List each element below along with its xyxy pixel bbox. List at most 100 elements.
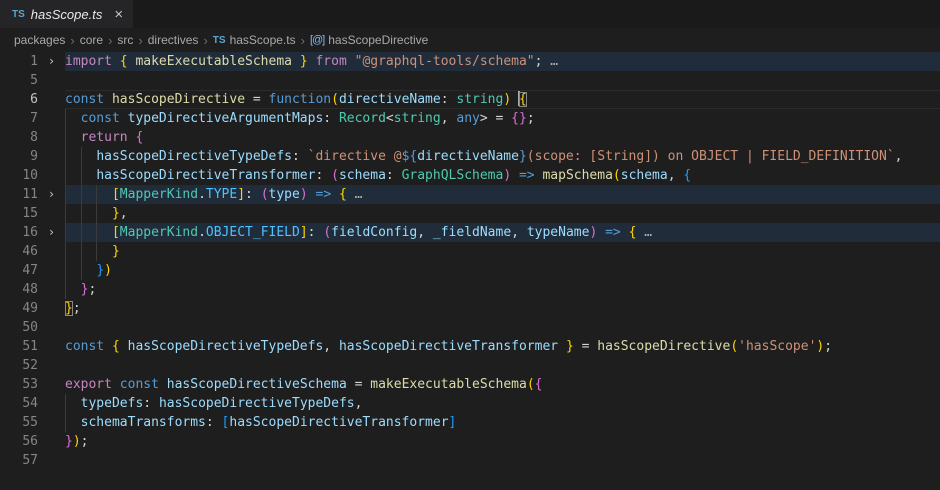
code-token: hasScopeDirectiveTypeDefs	[159, 396, 355, 411]
fold-chevron-icon[interactable]: ›	[38, 52, 65, 71]
code-line[interactable]: 57	[0, 451, 940, 470]
line-number[interactable]: 5	[0, 71, 38, 90]
code-content[interactable]	[65, 356, 940, 375]
code-token: }	[112, 206, 120, 221]
code-token: schemaTransforms	[81, 415, 206, 430]
code-line[interactable]: 54 typeDefs: hasScopeDirectiveTypeDefs,	[0, 394, 940, 413]
code-content[interactable]: },	[65, 204, 940, 223]
breadcrumb-file[interactable]: TShasScope.ts	[213, 33, 296, 47]
code-line[interactable]: 1›import { makeExecutableSchema } from "…	[0, 52, 940, 71]
code-line[interactable]: 52	[0, 356, 940, 375]
code-token	[511, 168, 519, 183]
code-line[interactable]: 53 export const hasScopeDirectiveSchema =…	[0, 375, 940, 394]
code-content[interactable]: [MapperKind.TYPE]: (type) => { …	[65, 185, 940, 204]
line-number[interactable]: 9	[0, 147, 38, 166]
code-token: Record	[339, 111, 386, 126]
line-number[interactable]: 54	[0, 394, 38, 413]
line-number[interactable]: 52	[0, 356, 38, 375]
line-number[interactable]: 49	[0, 299, 38, 318]
breadcrumb-symbol[interactable]: [@]hasScopeDirective	[310, 33, 428, 47]
code-content[interactable]: const typeDirectiveArgumentMaps: Record<…	[65, 109, 940, 128]
code-line[interactable]: 9 hasScopeDirectiveTypeDefs: `directive …	[0, 147, 940, 166]
line-number[interactable]: 1	[0, 52, 38, 71]
code-line[interactable]: 11› [MapperKind.TYPE]: (type) => { …	[0, 185, 940, 204]
editor[interactable]: 1›import { makeExecutableSchema } from "…	[0, 52, 940, 490]
code-line[interactable]: 16› [MapperKind.OBJECT_FIELD]: (fieldCon…	[0, 223, 940, 242]
line-number[interactable]: 10	[0, 166, 38, 185]
fold-column	[38, 432, 65, 451]
code-line[interactable]: 49};	[0, 299, 940, 318]
fold-chevron-icon[interactable]: ›	[38, 185, 65, 204]
line-number[interactable]: 8	[0, 128, 38, 147]
code-line[interactable]: 5	[0, 71, 940, 90]
code-content[interactable]: typeDefs: hasScopeDirectiveTypeDefs,	[65, 394, 940, 413]
code-token: }	[566, 339, 574, 354]
breadcrumb-item-core[interactable]: core	[80, 33, 103, 47]
line-number[interactable]: 15	[0, 204, 38, 223]
line-number[interactable]: 50	[0, 318, 38, 337]
line-number[interactable]: 57	[0, 451, 38, 470]
line-number[interactable]: 53	[0, 375, 38, 394]
code-content[interactable]: hasScopeDirectiveTypeDefs: `directive @$…	[65, 147, 940, 166]
code-token: (scope: [String]) on OBJECT | FIELD_DEFI…	[527, 149, 895, 164]
code-content[interactable]: const { hasScopeDirectiveTypeDefs, hasSc…	[65, 337, 940, 356]
code-line[interactable]: 6 const hasScopeDirective = function(dire…	[0, 90, 940, 109]
code-token: }	[65, 434, 73, 449]
gutter: 9	[0, 147, 65, 166]
code-line[interactable]: 51 const { hasScopeDirectiveTypeDefs, has…	[0, 337, 940, 356]
code-token: :	[143, 396, 159, 411]
breadcrumb-item-packages[interactable]: packages	[14, 33, 65, 47]
line-number[interactable]: 56	[0, 432, 38, 451]
code-content[interactable]: }	[65, 242, 940, 261]
indent-guide	[65, 261, 66, 280]
line-number[interactable]: 7	[0, 109, 38, 128]
fold-chevron-icon[interactable]: ›	[38, 223, 65, 242]
code-line[interactable]: 56});	[0, 432, 940, 451]
code-content[interactable]	[65, 71, 940, 90]
code-content[interactable]: });	[65, 432, 940, 451]
code-line[interactable]: 46 }	[0, 242, 940, 261]
breadcrumb-item-src[interactable]: src	[117, 33, 133, 47]
code-content[interactable]: import { makeExecutableSchema } from "@g…	[65, 52, 940, 71]
line-number[interactable]: 6	[0, 90, 38, 109]
breadcrumb-item-directives[interactable]: directives	[148, 33, 199, 47]
code-token: .	[198, 225, 206, 240]
line-number[interactable]: 46	[0, 242, 38, 261]
code-token: MapperKind	[120, 225, 198, 240]
code-content[interactable]: };	[65, 299, 940, 318]
code-content[interactable]	[65, 451, 940, 470]
close-icon[interactable]: ×	[114, 7, 123, 22]
code-content[interactable]: export const hasScopeDirectiveSchema = m…	[65, 375, 940, 394]
code-line[interactable]: 8 return {	[0, 128, 940, 147]
code-line[interactable]: 7 const typeDirectiveArgumentMaps: Recor…	[0, 109, 940, 128]
code-content[interactable]: schemaTransforms: [hasScopeDirectiveTran…	[65, 413, 940, 432]
code-line[interactable]: 15 },	[0, 204, 940, 223]
code-content[interactable]: return {	[65, 128, 940, 147]
line-number[interactable]: 48	[0, 280, 38, 299]
code-token: =	[245, 92, 268, 107]
code-token: (	[730, 339, 738, 354]
code-content[interactable]: [MapperKind.OBJECT_FIELD]: (fieldConfig,…	[65, 223, 940, 242]
code-content[interactable]: const hasScopeDirective = function(direc…	[65, 90, 940, 109]
line-number[interactable]: 55	[0, 413, 38, 432]
code-content[interactable]: hasScopeDirectiveTransformer: (schema: G…	[65, 166, 940, 185]
tab-hasscope[interactable]: TS hasScope.ts ×	[0, 0, 133, 28]
line-number[interactable]: 47	[0, 261, 38, 280]
code-line[interactable]: 50	[0, 318, 940, 337]
code-line[interactable]: 47 })	[0, 261, 940, 280]
tab-bar: TS hasScope.ts ×	[0, 0, 940, 28]
code-token: {	[120, 54, 128, 69]
line-number[interactable]: 16	[0, 223, 38, 242]
line-number[interactable]: 51	[0, 337, 38, 356]
code-line[interactable]: 48 };	[0, 280, 940, 299]
code-line[interactable]: 10 hasScopeDirectiveTransformer: (schema…	[0, 166, 940, 185]
code-line[interactable]: 55 schemaTransforms: [hasScopeDirectiveT…	[0, 413, 940, 432]
code-token: }	[300, 54, 308, 69]
breadcrumb-symbol-label: hasScopeDirective	[328, 33, 428, 47]
code-content[interactable]: };	[65, 280, 940, 299]
code-content[interactable]: })	[65, 261, 940, 280]
fold-column	[38, 356, 65, 375]
code-content[interactable]	[65, 318, 940, 337]
line-number[interactable]: 11	[0, 185, 38, 204]
code-token: schema	[339, 168, 386, 183]
